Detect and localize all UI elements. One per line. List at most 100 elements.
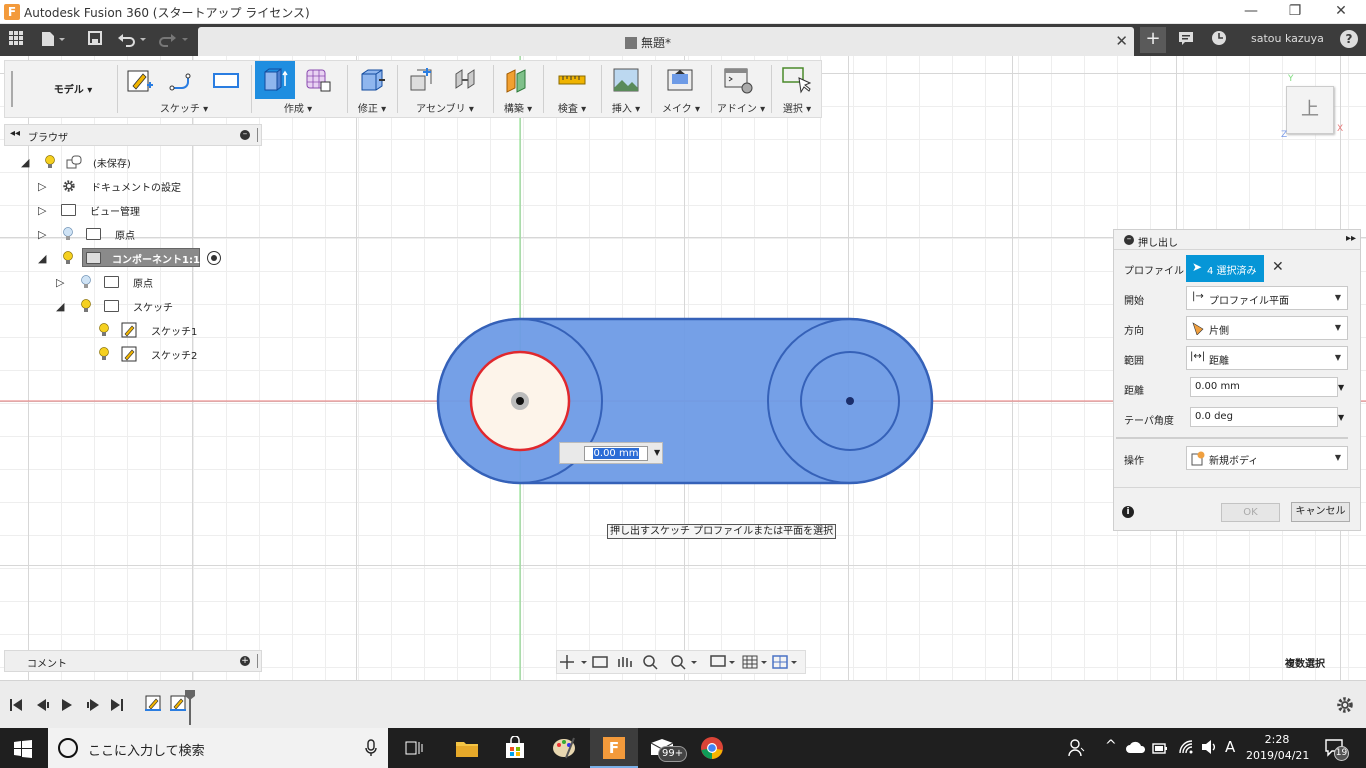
extent-select[interactable]: |↔| 距離 ▼ bbox=[1186, 346, 1348, 370]
taper-field[interactable]: 0.0 deg bbox=[1190, 407, 1338, 427]
save-icon[interactable] bbox=[84, 30, 106, 50]
comments-add-icon[interactable]: + bbox=[240, 656, 250, 666]
minimize-button[interactable]: — bbox=[1228, 0, 1274, 24]
volume-icon[interactable] bbox=[1200, 739, 1218, 755]
store-icon[interactable] bbox=[504, 736, 526, 760]
create-group[interactable]: 作成 ▾ bbox=[253, 61, 343, 117]
cancel-button[interactable]: キャンセル bbox=[1291, 502, 1350, 522]
distance-field-dropdown-icon[interactable]: ▼ bbox=[1338, 383, 1344, 392]
timeline-settings-gear-icon[interactable] bbox=[1336, 696, 1354, 714]
sketch-group[interactable]: スケッチ ▾ bbox=[119, 61, 249, 117]
browser-grip[interactable] bbox=[257, 128, 259, 142]
comments-grip[interactable] bbox=[257, 654, 259, 668]
tree-sketch-2[interactable]: スケッチ2 bbox=[0, 343, 260, 365]
collapse-triangle-icon: ◢ bbox=[56, 300, 65, 313]
make-group[interactable]: メイク ▾ bbox=[653, 61, 709, 117]
extrude-header[interactable]: – 押し出し ▸▸ bbox=[1114, 230, 1360, 250]
search-box[interactable]: ここに入力して検索 bbox=[48, 728, 388, 768]
modify-group[interactable]: 修正 ▾ bbox=[349, 61, 395, 117]
tree-sketch-1[interactable]: スケッチ1 bbox=[0, 319, 260, 341]
chrome-icon[interactable] bbox=[700, 736, 724, 760]
activate-radio-icon[interactable] bbox=[207, 251, 221, 265]
component-icon bbox=[624, 37, 637, 49]
start-select[interactable]: |→ プロファイル平面 ▼ bbox=[1186, 286, 1348, 310]
construct-group[interactable]: 構築 ▾ bbox=[495, 61, 541, 117]
new-tab-button[interactable]: + bbox=[1140, 27, 1166, 53]
help-icon[interactable]: ? bbox=[1340, 30, 1358, 48]
3d-print-icon bbox=[667, 69, 693, 91]
browser-header[interactable]: ◂◂ ブラウザ – bbox=[4, 124, 262, 146]
comments-panel[interactable]: コメント + bbox=[4, 650, 262, 672]
tree-view-management[interactable]: ▷ ビュー管理 bbox=[0, 199, 260, 221]
new-body-icon bbox=[1191, 451, 1205, 466]
timeline-marker-icon[interactable] bbox=[184, 689, 196, 725]
insert-group[interactable]: 挿入 ▾ bbox=[603, 61, 649, 117]
file-explorer-icon[interactable] bbox=[455, 738, 479, 758]
show-hidden-icons-icon[interactable]: ^ bbox=[1105, 738, 1117, 754]
paint-app-icon[interactable] bbox=[552, 736, 576, 760]
document-tab[interactable]: 無題* ✕ bbox=[198, 27, 1134, 56]
notifications-icon[interactable] bbox=[1175, 30, 1197, 50]
left-center-point bbox=[516, 397, 524, 405]
battery-icon[interactable] bbox=[1152, 740, 1168, 756]
close-tab-icon[interactable]: ✕ bbox=[1115, 32, 1128, 50]
tree-origin[interactable]: ▷ 原点 bbox=[0, 223, 260, 245]
job-status-icon[interactable] bbox=[1208, 30, 1230, 50]
tree-component[interactable]: ◢ コンポーネント1:1 bbox=[0, 247, 260, 269]
fusion-taskbar-button[interactable]: F bbox=[590, 728, 638, 768]
clock[interactable]: 2:28 2019/04/21 bbox=[1246, 732, 1309, 764]
action-center-icon[interactable]: 19 bbox=[1324, 737, 1349, 761]
select-group[interactable]: 選択 ▾ bbox=[773, 61, 821, 117]
ok-button[interactable]: OK bbox=[1221, 503, 1280, 522]
mail-app-icon[interactable]: 99+ bbox=[650, 734, 688, 764]
clear-selection-icon[interactable]: ✕ bbox=[1272, 259, 1284, 275]
inspect-group[interactable]: 検査 ▾ bbox=[545, 61, 599, 117]
people-icon[interactable] bbox=[1068, 738, 1086, 758]
redo-icon[interactable] bbox=[158, 30, 190, 50]
window-title: Autodesk Fusion 360 (スタートアップ ライセンス) bbox=[24, 6, 310, 20]
visibility-bulb-icon bbox=[45, 155, 55, 168]
operation-select[interactable]: 新規ボディ ▼ bbox=[1186, 446, 1348, 470]
addins-group[interactable]: アドイン ▾ bbox=[713, 61, 769, 117]
undo-icon[interactable] bbox=[116, 30, 148, 50]
onedrive-icon[interactable] bbox=[1126, 740, 1146, 754]
file-menu-icon[interactable] bbox=[38, 30, 68, 50]
select-label: 選択 ▾ bbox=[782, 104, 812, 115]
go-to-start-icon bbox=[10, 699, 22, 711]
expand-dialog-icon[interactable]: ▸▸ bbox=[1346, 233, 1356, 244]
workspace-switcher[interactable]: モデル ▾ bbox=[33, 81, 113, 96]
assemble-group[interactable]: アセンブリ ▾ bbox=[399, 61, 491, 117]
wifi-icon[interactable] bbox=[1178, 739, 1194, 755]
toolbar-grip[interactable] bbox=[11, 71, 13, 107]
cursor-icon: ➤ bbox=[1192, 260, 1203, 274]
info-icon[interactable]: i bbox=[1122, 506, 1134, 518]
user-name[interactable]: satou kazuya bbox=[1251, 32, 1324, 45]
taper-label: テーパ角度 bbox=[1124, 416, 1174, 427]
task-view-icon[interactable] bbox=[404, 738, 426, 758]
insert-image-icon bbox=[613, 68, 639, 92]
windows-start-icon[interactable] bbox=[14, 740, 32, 758]
ime-indicator[interactable]: A bbox=[1225, 738, 1235, 756]
timeline-sketch-1-icon[interactable] bbox=[145, 695, 161, 711]
distance-input[interactable]: 0.00 mm bbox=[584, 446, 648, 461]
tree-sketches-folder[interactable]: ◢ スケッチ bbox=[0, 295, 260, 317]
grid-menu-icon[interactable] bbox=[5, 30, 27, 50]
taper-field-dropdown-icon[interactable]: ▼ bbox=[1338, 413, 1344, 422]
tree-document-settings[interactable]: ▷ ドキュメントの設定 bbox=[0, 175, 260, 197]
restore-button[interactable]: ❐ bbox=[1272, 0, 1318, 24]
browser-minimize-icon[interactable]: – bbox=[240, 130, 250, 140]
timeline-bar bbox=[0, 680, 1366, 728]
collapse-browser-icon[interactable]: ◂◂ bbox=[10, 128, 20, 139]
close-button[interactable]: ✕ bbox=[1318, 0, 1364, 24]
extrude-title: 押し出し bbox=[1138, 238, 1178, 249]
profile-selection-button[interactable]: ➤ 4 選択済み bbox=[1186, 255, 1264, 282]
distance-field[interactable]: 0.00 mm bbox=[1190, 377, 1338, 397]
direction-select[interactable]: 片側 ▼ bbox=[1186, 316, 1348, 340]
tree-component-origin[interactable]: ▷ 原点 bbox=[0, 271, 260, 293]
viewcube[interactable]: 上 bbox=[1286, 86, 1334, 134]
distance-dropdown-icon[interactable]: ▼ bbox=[654, 448, 660, 457]
collapse-dialog-icon[interactable]: – bbox=[1124, 235, 1134, 245]
distance-manipulator[interactable]: 0.00 mm ▼ bbox=[559, 442, 663, 464]
tree-root[interactable]: ◢ (未保存) bbox=[0, 151, 260, 173]
expand-triangle-icon: ▷ bbox=[38, 180, 47, 193]
